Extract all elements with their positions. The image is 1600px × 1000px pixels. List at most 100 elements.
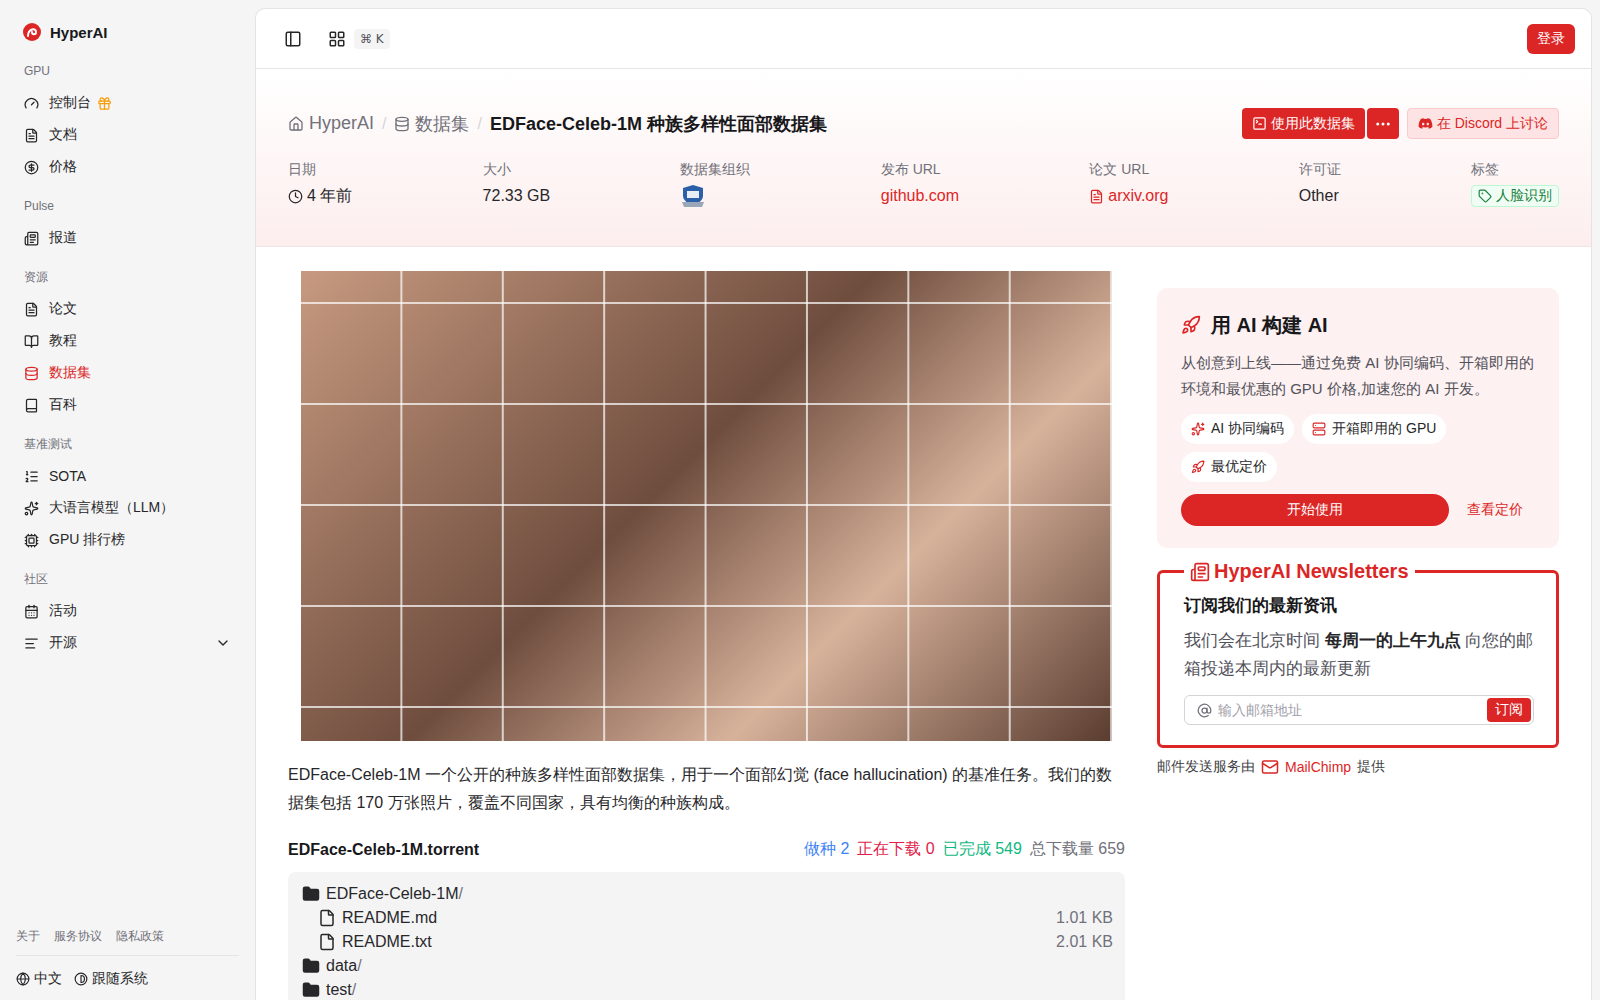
discord-icon bbox=[1418, 116, 1433, 131]
file-icon bbox=[318, 933, 336, 951]
sidebar: HyperAIGPU控制台文档价格Pulse报道资源论文教程数据集百科基准测试S… bbox=[0, 0, 255, 1000]
section-title: 社区 bbox=[16, 568, 239, 595]
open-source-icon bbox=[24, 636, 39, 651]
gift-icon bbox=[97, 96, 112, 111]
sidebar-item[interactable]: GPU 排行榜 bbox=[16, 524, 239, 556]
sidebar-item[interactable]: SOTA bbox=[16, 460, 239, 492]
path-separator: / bbox=[458, 885, 462, 902]
home-icon bbox=[288, 116, 304, 132]
feature-chip: 开箱即用的 GPU bbox=[1302, 414, 1446, 444]
sidebar-item[interactable]: 教程 bbox=[16, 325, 239, 357]
meta-row: 日期4 年前大小72.33 GB数据集组织发布 URLgithub.com论文 … bbox=[288, 159, 1559, 208]
file-row[interactable]: README.txt2.01 KB bbox=[302, 930, 1113, 954]
email-input[interactable] bbox=[1218, 698, 1481, 722]
breadcrumb-item[interactable]: 数据集 bbox=[394, 112, 469, 136]
footer-link[interactable]: 服务协议 bbox=[54, 928, 102, 945]
breadcrumb-item[interactable]: HyperAI bbox=[288, 113, 374, 134]
sidebar-item[interactable]: 控制台 bbox=[16, 87, 239, 119]
sparkles-icon bbox=[1191, 422, 1205, 436]
logo[interactable]: HyperAI bbox=[16, 16, 239, 48]
file-tree: EDFace-Celeb-1M/README.md 1.01 KB README.t… bbox=[288, 872, 1125, 1000]
folder-row[interactable]: data/ bbox=[302, 954, 1113, 978]
meta-label: 日期 bbox=[288, 159, 352, 179]
meta-label: 发布 URL bbox=[881, 159, 959, 179]
globe-icon bbox=[16, 972, 30, 986]
app-shell: HyperAIGPU控制台文档价格Pulse报道资源论文教程数据集百科基准测试S… bbox=[0, 0, 1600, 1000]
discord-button[interactable]: 在 Discord 上讨论 bbox=[1407, 108, 1559, 139]
theme-button[interactable]: 跟随系统 bbox=[74, 970, 148, 988]
file-name: README.md bbox=[342, 909, 1050, 927]
sidebar-item[interactable]: 论文 bbox=[16, 293, 239, 325]
sidebar-section: Pulse报道 bbox=[16, 183, 239, 254]
sidebar-item[interactable]: 报道 bbox=[16, 222, 239, 254]
server-icon bbox=[1312, 422, 1326, 436]
torrent-stats: 做种 2正在下载 0已完成 549总下载量 659 bbox=[804, 839, 1125, 860]
newsletter-box: HyperAI Newsletters订阅我们的最新资讯我们会在北京时间 每周一… bbox=[1157, 560, 1559, 748]
apps-button[interactable] bbox=[322, 24, 352, 54]
folder-icon bbox=[302, 885, 320, 903]
folder-row[interactable]: test/ bbox=[302, 978, 1113, 1000]
dataset-preview-image bbox=[301, 271, 1112, 741]
section-title: 基准测试 bbox=[16, 433, 239, 460]
sidebar-item[interactable]: 百科 bbox=[16, 389, 239, 421]
ellipsis-icon bbox=[1374, 115, 1392, 133]
login-button[interactable]: 登录 bbox=[1527, 24, 1575, 54]
toggle-sidebar-button[interactable] bbox=[278, 24, 308, 54]
meta-link[interactable]: arxiv.org bbox=[1089, 184, 1168, 208]
torrent-stat: 已完成 549 bbox=[943, 839, 1022, 860]
file-name: data/ bbox=[326, 957, 1113, 975]
meta-item: 发布 URL github.com bbox=[881, 159, 959, 208]
pricing-link[interactable]: 查看定价 bbox=[1467, 501, 1523, 519]
paper-icon bbox=[24, 302, 39, 317]
rocket-icon bbox=[1191, 460, 1205, 474]
main-panel: ⌘ K登录HyperAI/数据集/EDFace-Celeb-1M 种族多样性面部… bbox=[255, 8, 1592, 1000]
tag-badge[interactable]: 人脸识别 bbox=[1471, 185, 1559, 207]
newspaper-icon bbox=[1190, 562, 1210, 582]
mail-provider-note: 邮件发送服务由MailChimp提供 bbox=[1157, 758, 1559, 776]
meta-link[interactable]: github.com bbox=[881, 184, 959, 208]
language-button[interactable]: 中文 bbox=[16, 970, 62, 988]
contrast-icon bbox=[74, 972, 88, 986]
sidebar-item[interactable]: 数据集 bbox=[16, 357, 239, 389]
file-row[interactable]: README.md 1.01 KB bbox=[302, 906, 1113, 930]
sidebar-item[interactable]: 活动 bbox=[16, 595, 239, 627]
file-size: 2.01 KB bbox=[1056, 933, 1113, 951]
section-title: 资源 bbox=[16, 266, 239, 293]
sidebar-section: GPU控制台文档价格 bbox=[16, 48, 239, 183]
start-button[interactable]: 开始使用 bbox=[1181, 494, 1449, 526]
footer-link[interactable]: 关于 bbox=[16, 928, 40, 945]
list-icon bbox=[24, 469, 39, 484]
clock-icon bbox=[288, 189, 303, 204]
path-separator: / bbox=[352, 981, 356, 998]
sidebar-footer: 关于服务协议隐私政策中文跟随系统 bbox=[16, 928, 239, 988]
breadcrumb-separator: / bbox=[382, 115, 386, 133]
shortcut-key[interactable]: ⌘ K bbox=[354, 29, 390, 49]
sidebar-item[interactable]: 开源 bbox=[16, 627, 239, 659]
sidebar-item[interactable]: 大语言模型（LLM） bbox=[16, 492, 239, 524]
folder-row[interactable]: EDFace-Celeb-1M/ bbox=[302, 882, 1113, 906]
meta-item: 日期4 年前 bbox=[288, 159, 352, 208]
feature-chip: 最优定价 bbox=[1181, 452, 1277, 482]
database-icon bbox=[394, 116, 410, 132]
rocket-icon bbox=[1181, 315, 1201, 335]
chevron-down-icon[interactable] bbox=[215, 635, 231, 651]
file-size: 1.01 KB bbox=[1056, 909, 1113, 927]
mailchimp-link[interactable]: MailChimp bbox=[1285, 759, 1351, 775]
footer-link[interactable]: 隐私政策 bbox=[116, 928, 164, 945]
meta-item: 许可证Other bbox=[1299, 159, 1341, 208]
more-button[interactable] bbox=[1367, 108, 1399, 139]
file-name: test/ bbox=[326, 981, 1113, 999]
book-open-icon bbox=[24, 334, 39, 349]
cpu-icon bbox=[24, 533, 39, 548]
breadcrumb-separator: / bbox=[477, 115, 481, 133]
sidebar-item[interactable]: 文档 bbox=[16, 119, 239, 151]
meta-value[interactable] bbox=[680, 184, 750, 208]
sidebar-item[interactable]: 价格 bbox=[16, 151, 239, 183]
database-icon bbox=[24, 366, 39, 381]
organization-logo-icon bbox=[680, 184, 706, 208]
section-title: Pulse bbox=[16, 195, 239, 222]
use-dataset-button[interactable]: 使用此数据集 bbox=[1242, 108, 1365, 139]
promo-card: 用 AI 构建 AI从创意到上线——通过免费 AI 协同编码、开箱即用的环境和最… bbox=[1157, 288, 1559, 548]
sidebar-section: 社区活动开源 bbox=[16, 556, 239, 659]
subscribe-button[interactable]: 订阅 bbox=[1487, 698, 1531, 722]
